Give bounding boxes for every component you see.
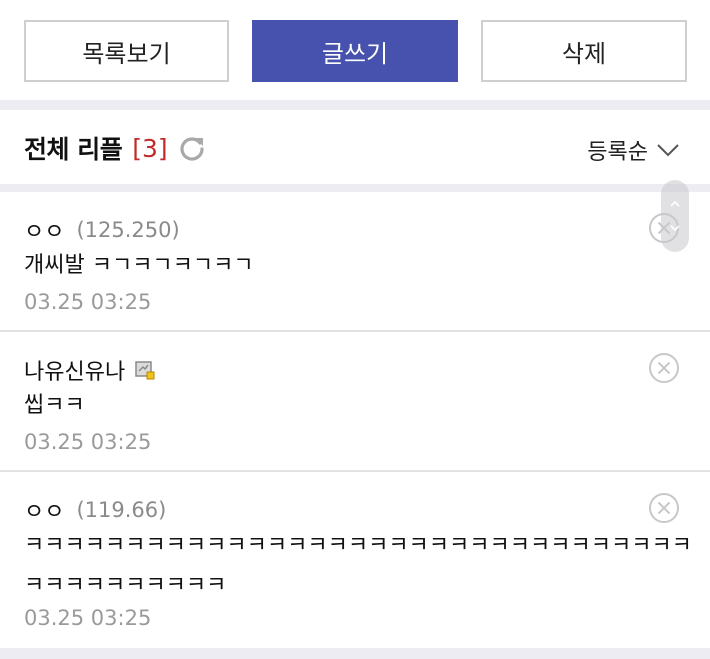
delete-button[interactable]: 삭제 bbox=[481, 20, 687, 82]
comment-author-ip: (119.66) bbox=[76, 498, 167, 522]
chevron-down-icon bbox=[657, 144, 679, 157]
comment-date: 03.25 03:25 bbox=[24, 430, 152, 454]
comment-item: ㅇㅇ (125.250) 개씨발 ㅋㄱㅋㄱㅋㄱㅋㄱ 03.25 03:25 bbox=[0, 192, 710, 330]
comment-author: ㅇㅇ (119.66) bbox=[24, 494, 166, 526]
comment-body: ㅋㅋㅋㅋㅋㅋㅋㅋㅋㅋㅋㅋㅋㅋㅋㅋㅋㅋㅋㅋㅋㅋㅋㅋㅋㅋㅋㅋㅋㅋㅋㅋㅋㅋㅋㅋㅋㅋㅋㅋ… bbox=[24, 533, 692, 598]
refresh-icon[interactable] bbox=[178, 134, 206, 162]
write-button[interactable]: 글쓰기 bbox=[252, 20, 458, 82]
comments-count: [3] bbox=[132, 133, 168, 163]
close-circle-icon[interactable] bbox=[648, 352, 680, 384]
list-button[interactable]: 목록보기 bbox=[24, 20, 229, 82]
section-separator bbox=[0, 100, 710, 110]
section-separator bbox=[0, 184, 710, 192]
comments-title-group: 전체 리플 [3] bbox=[24, 130, 206, 166]
comments-header: 전체 리플 [3] 등록순 bbox=[0, 110, 710, 184]
member-level-icon bbox=[135, 360, 155, 380]
comments-title: 전체 리플 bbox=[24, 135, 123, 164]
comment-date: 03.25 03:25 bbox=[24, 290, 152, 314]
comment-item: 나유신유나 씹ㅋㅋ 03.25 03:25 bbox=[0, 332, 710, 470]
section-separator bbox=[0, 648, 710, 659]
comment-item: ㅇㅇ (119.66) ㅋㅋㅋㅋㅋㅋㅋㅋㅋㅋㅋㅋㅋㅋㅋㅋㅋㅋㅋㅋㅋㅋㅋㅋㅋㅋㅋㅋ… bbox=[0, 472, 710, 648]
chevron-down-icon[interactable] bbox=[669, 222, 681, 234]
comment-author-name[interactable]: 나유신유나 bbox=[24, 354, 125, 386]
comment-body: 개씨발 ㅋㄱㅋㄱㅋㄱㅋㄱ bbox=[24, 253, 254, 278]
board-toolbar: 목록보기 글쓰기 삭제 bbox=[0, 0, 710, 100]
comment-body: 씹ㅋㅋ bbox=[24, 393, 85, 418]
close-circle-icon[interactable] bbox=[648, 492, 680, 524]
comment-date: 03.25 03:25 bbox=[24, 606, 152, 630]
comment-author: ㅇㅇ (125.250) bbox=[24, 214, 180, 246]
chevron-up-icon[interactable] bbox=[669, 198, 681, 210]
comment-author: 나유신유나 bbox=[24, 354, 167, 386]
comment-author-name[interactable]: ㅇㅇ bbox=[24, 494, 64, 526]
sort-dropdown[interactable]: 등록순 bbox=[587, 134, 680, 166]
comment-author-name[interactable]: ㅇㅇ bbox=[24, 214, 64, 246]
sort-label: 등록순 bbox=[587, 140, 648, 165]
comment-author-ip: (125.250) bbox=[76, 218, 180, 242]
scroll-control[interactable] bbox=[661, 180, 689, 252]
